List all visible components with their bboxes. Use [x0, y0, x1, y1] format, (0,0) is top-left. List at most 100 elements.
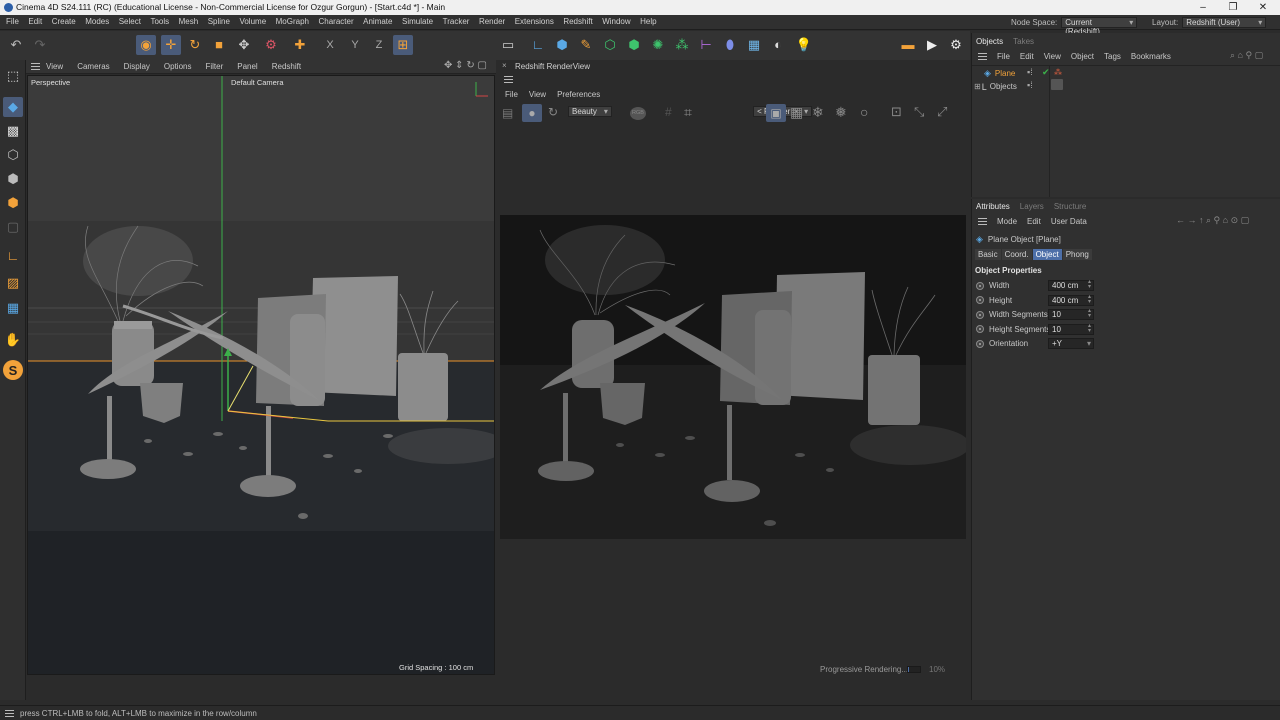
tile-grid-icon[interactable]: ▦	[790, 104, 803, 121]
rgb-channel-button[interactable]: RGB	[630, 107, 646, 120]
rotate-tool-icon[interactable]: ↻	[185, 35, 205, 55]
workplane-icon[interactable]: ▦	[3, 298, 23, 318]
clapper-icon[interactable]: ▤	[502, 106, 513, 120]
plane-visibility-icons[interactable]: ▪⁞	[1027, 67, 1033, 77]
property-field-width[interactable]: 400 cm ▴ ▾	[1048, 279, 1094, 291]
viewport-menu-item-2[interactable]: Display	[124, 62, 150, 71]
minimize-button[interactable]: –	[1188, 0, 1218, 15]
edges-mode-icon[interactable]: ⬢	[3, 169, 23, 189]
fit-icon[interactable]: ⊡	[891, 104, 902, 120]
menu-item-5[interactable]: Tools	[150, 17, 169, 26]
objects-menu-icon[interactable]	[978, 53, 987, 60]
coordinate-system-icon[interactable]: ⊞	[393, 35, 413, 55]
animate-radio-icon[interactable]	[976, 325, 984, 333]
make-editable-icon[interactable]: ⬚	[3, 66, 23, 86]
objects-menu-item-5[interactable]: Bookmarks	[1131, 52, 1171, 61]
world-axis-icon[interactable]: ✚	[290, 35, 310, 55]
attributes-menu-item-2[interactable]: User Data	[1051, 217, 1087, 226]
property-field-height[interactable]: 400 cm ▴ ▾	[1048, 294, 1094, 306]
axis-mode-icon[interactable]: ∟	[3, 245, 23, 265]
live-selection-icon[interactable]: ◉	[136, 35, 156, 55]
circle-icon[interactable]: ○	[860, 104, 868, 120]
polygons-mode-icon[interactable]: ⬢	[3, 193, 23, 213]
subdivision-icon[interactable]: ⬡	[600, 35, 620, 55]
transform-tool-icon[interactable]: ✥	[234, 35, 254, 55]
ipr-lock-icon[interactable]: ▣	[766, 104, 786, 122]
objects-menu-item-4[interactable]: Tags	[1104, 52, 1121, 61]
animate-radio-icon[interactable]	[976, 296, 984, 304]
crop-icon[interactable]: ⌗	[684, 104, 692, 121]
close-button[interactable]: ✕	[1248, 0, 1278, 15]
menu-item-14[interactable]: Render	[479, 17, 505, 26]
render-settings-icon[interactable]: ⚙	[946, 35, 966, 55]
objects-menu-item-0[interactable]: File	[997, 52, 1010, 61]
menu-item-2[interactable]: Create	[52, 17, 76, 26]
snowflake-lock-icon[interactable]: ❅	[835, 104, 847, 121]
spinner-icon[interactable]: ▴ ▾	[1088, 308, 1091, 319]
menu-item-9[interactable]: MoGraph	[276, 17, 309, 26]
renderview-menu-item-2[interactable]: Preferences	[557, 90, 600, 99]
attributes-menu-item-1[interactable]: Edit	[1027, 217, 1041, 226]
uv-mode-icon[interactable]: ▢	[3, 217, 23, 237]
cube-object-icon[interactable]: ⬢	[552, 35, 572, 55]
status-menu-icon[interactable]	[5, 710, 14, 717]
property-tab-coord[interactable]: Coord.	[1001, 249, 1032, 260]
expand-icon[interactable]: ⊞	[974, 82, 981, 91]
property-tab-phong[interactable]: Phong	[1062, 249, 1092, 260]
pen-tool-icon[interactable]: ✎	[576, 35, 596, 55]
mograph-icon[interactable]: ⁂	[672, 35, 692, 55]
renderview-menu-icon[interactable]	[504, 76, 513, 83]
restore-button[interactable]: ❐	[1218, 0, 1248, 15]
objects-menu-item-2[interactable]: View	[1044, 52, 1061, 61]
cloner-icon[interactable]: ✺	[648, 35, 668, 55]
viewport-menu-item-5[interactable]: Panel	[237, 62, 257, 71]
spinner-icon[interactable]: ▴ ▾	[1088, 279, 1091, 290]
grid-icon[interactable]: #	[665, 105, 672, 119]
property-field-width-segments[interactable]: 10 ▴ ▾	[1048, 308, 1094, 320]
property-field-height-segments[interactable]: 10 ▴ ▾	[1048, 323, 1094, 335]
property-field-orientation[interactable]: +Y ▾	[1048, 338, 1094, 349]
redo-icon[interactable]: ↷	[30, 35, 50, 55]
render-view-icon[interactable]: ▬	[898, 35, 918, 55]
menu-item-3[interactable]: Modes	[85, 17, 109, 26]
menu-item-4[interactable]: Select	[119, 17, 141, 26]
lock-z-axis-button[interactable]: Z	[369, 35, 389, 55]
tab-attributes[interactable]: Attributes	[976, 202, 1010, 211]
viewport-menu-item-6[interactable]: Redshift	[272, 62, 301, 71]
objects-menu-item-1[interactable]: Edit	[1020, 52, 1034, 61]
menu-item-8[interactable]: Volume	[239, 17, 266, 26]
aov-dropdown[interactable]: Beauty	[568, 106, 612, 117]
zoom-fit-icon[interactable]: ⤡	[914, 104, 924, 120]
lock-x-axis-button[interactable]: X	[320, 35, 340, 55]
property-tab-object[interactable]: Object	[1032, 249, 1062, 260]
render-image[interactable]	[500, 215, 966, 539]
objects-search-icons[interactable]: ⌕ ⌂ ⚲ ▢	[1230, 50, 1263, 61]
undo-icon[interactable]: ↶	[6, 35, 26, 55]
viewport-menu-item-0[interactable]: View	[46, 62, 63, 71]
property-tab-basic[interactable]: Basic	[975, 249, 1001, 260]
render-region-icon[interactable]: ▭	[498, 35, 518, 55]
snapping-icon[interactable]: ▨	[3, 273, 23, 293]
tree-item-plane[interactable]: ◈ Plane	[974, 67, 1050, 80]
light-object-icon[interactable]: 💡	[794, 35, 814, 55]
viewport-menu-item-3[interactable]: Options	[164, 62, 192, 71]
animate-radio-icon[interactable]	[976, 281, 984, 290]
sculpt-icon[interactable]: S	[3, 360, 23, 380]
menu-item-7[interactable]: Spline	[208, 17, 230, 26]
menu-item-16[interactable]: Redshift	[563, 17, 592, 26]
attributes-menu-icon[interactable]	[978, 218, 987, 225]
texture-mode-icon[interactable]: ▩	[3, 121, 23, 141]
viewport-navigation-icons[interactable]: ✥ ⇕ ↻ ▢	[444, 60, 487, 71]
extrude-icon[interactable]: ⬢	[624, 35, 644, 55]
menu-item-18[interactable]: Help	[640, 17, 656, 26]
objects-tag-icon[interactable]	[1051, 79, 1063, 90]
viewport-camera-label[interactable]: Default Camera	[231, 78, 284, 87]
menu-item-11[interactable]: Animate	[363, 17, 392, 26]
viewport-menu-icon[interactable]	[31, 63, 40, 70]
viewport-menu-item-4[interactable]: Filter	[205, 62, 223, 71]
tab-takes[interactable]: Takes	[1013, 37, 1034, 46]
spline-pen-icon[interactable]: ∟	[528, 35, 548, 55]
layout-dropdown[interactable]: Redshift (User)	[1182, 17, 1267, 28]
menu-item-1[interactable]: Edit	[28, 17, 42, 26]
renderview-close-icon[interactable]: ×	[502, 61, 507, 70]
